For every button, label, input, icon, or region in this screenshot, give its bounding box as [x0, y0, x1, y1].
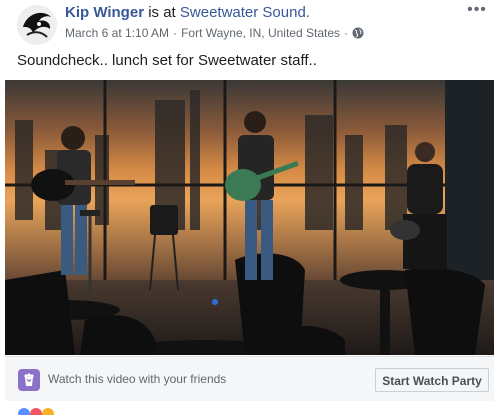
profile-avatar[interactable]	[17, 5, 57, 45]
post-header: Kip Winger is at Sweetwater Sound. March…	[0, 0, 500, 48]
start-watch-party-button[interactable]: Start Watch Party	[375, 368, 489, 392]
video-frame	[5, 80, 494, 355]
place-link[interactable]: Sweetwater Sound.	[180, 4, 310, 21]
post-title-line: Kip Winger is at Sweetwater Sound.	[65, 3, 310, 23]
author-name-link[interactable]: Kip Winger	[65, 4, 144, 21]
post-timestamp[interactable]: March 6 at 1:10 AM	[65, 25, 169, 41]
more-options-icon[interactable]: •••	[466, 2, 488, 20]
meta-separator: ·	[173, 26, 178, 40]
post-message: Soundcheck.. lunch set for Sweetwater st…	[17, 52, 317, 69]
meta-separator: ·	[344, 26, 349, 40]
watch-party-prompt: Watch this video with your friends	[48, 372, 227, 386]
checkin-action-text: is at	[148, 4, 176, 21]
post-location[interactable]: Fort Wayne, IN, United States	[181, 25, 340, 41]
post-meta: March 6 at 1:10 AM · Fort Wayne, IN, Uni…	[65, 25, 364, 41]
globe-icon[interactable]	[352, 27, 364, 39]
watch-party-popcorn-icon	[18, 369, 40, 391]
avatar-image	[17, 5, 57, 45]
reaction-icons[interactable]	[17, 402, 57, 420]
watch-party-bar: Watch this video with your friends Start…	[5, 356, 494, 401]
video-player[interactable]	[5, 80, 494, 355]
